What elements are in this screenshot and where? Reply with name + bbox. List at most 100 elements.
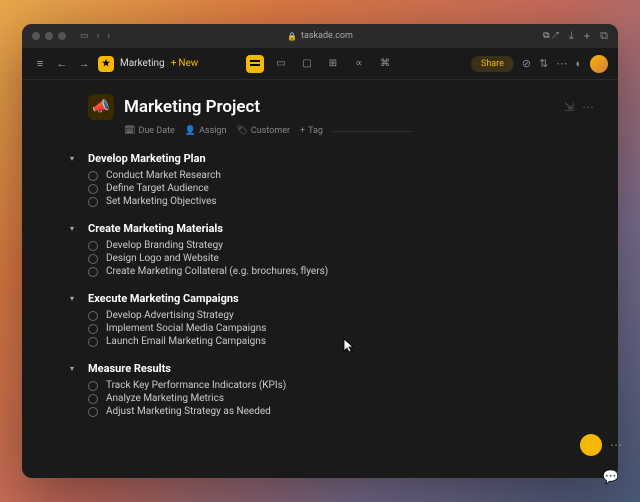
task-checkbox[interactable] — [88, 241, 98, 251]
task-text[interactable]: Track Key Performance Indicators (KPIs) — [106, 380, 286, 391]
task-text[interactable]: Develop Branding Strategy — [106, 240, 223, 251]
app-toolbar: ≡ ← → ★ Marketing + New ▭ ▢ ⊞ ∝ ⌘ Share … — [22, 48, 618, 80]
window-controls[interactable] — [32, 32, 66, 40]
add-tag-chip[interactable]: +Tag — [300, 126, 323, 136]
section-title[interactable]: Create Marketing Materials — [88, 222, 223, 235]
task-checkbox[interactable] — [88, 381, 98, 391]
view-list-icon[interactable] — [246, 55, 264, 73]
workspace-badge[interactable]: ★ — [98, 56, 114, 72]
maximize-dot[interactable] — [58, 32, 66, 40]
breadcrumb[interactable]: Marketing — [120, 58, 165, 69]
section-header[interactable]: ▾ Develop Marketing Plan — [70, 152, 594, 165]
add-tab-icon[interactable]: + — [584, 30, 590, 43]
task-item[interactable]: Analyze Marketing Metrics — [88, 392, 594, 405]
section-header[interactable]: ▾ Create Marketing Materials — [70, 222, 594, 235]
task-checkbox[interactable] — [88, 337, 98, 347]
section-header[interactable]: ▾ Execute Marketing Campaigns — [70, 292, 594, 305]
task-text[interactable]: Set Marketing Objectives — [106, 196, 217, 207]
back-icon[interactable]: ← — [54, 56, 70, 72]
url-text: taskade.com — [301, 31, 353, 41]
task-item[interactable]: Design Logo and Website — [88, 252, 594, 265]
lock-icon: 🔒 — [287, 32, 297, 41]
section-title[interactable]: Execute Marketing Campaigns — [88, 292, 239, 305]
customer-chip[interactable]: 🏷Customer — [236, 126, 290, 136]
task-checkbox[interactable] — [88, 184, 98, 194]
address-bar[interactable]: 🔒 taskade.com — [287, 31, 353, 41]
view-board-icon[interactable]: ▭ — [272, 55, 290, 73]
task-text[interactable]: Implement Social Media Campaigns — [106, 323, 266, 334]
plus-icon: + — [300, 126, 305, 136]
ai-fab[interactable] — [580, 434, 602, 456]
section: ▾Develop Marketing PlanConduct Market Re… — [88, 152, 594, 208]
task-item[interactable]: Adjust Marketing Strategy as Needed — [88, 405, 594, 418]
task-checkbox[interactable] — [88, 407, 98, 417]
task-text[interactable]: Develop Advertising Strategy — [106, 310, 234, 321]
download-icon[interactable]: ⤓ — [569, 29, 574, 43]
browser-chrome: ▭ ‹ › 🔒 taskade.com ⧉ ↗ ⤓ + ⧉ — [22, 24, 618, 48]
task-checkbox[interactable] — [88, 197, 98, 207]
view-action-icon[interactable]: ▢ — [298, 55, 316, 73]
task-item[interactable]: Launch Email Marketing Campaigns — [88, 335, 594, 348]
project-icon[interactable]: 📣 — [88, 94, 114, 120]
task-item[interactable]: Implement Social Media Campaigns — [88, 322, 594, 335]
task-text[interactable]: Conduct Market Research — [106, 170, 221, 181]
task-item[interactable]: Develop Advertising Strategy — [88, 309, 594, 322]
notifications-icon[interactable]: ◐ — [575, 57, 582, 70]
fab-more-icon[interactable]: ⋯ — [610, 438, 618, 452]
browser-nav: ▭ ‹ › — [80, 31, 110, 41]
task-checkbox[interactable] — [88, 254, 98, 264]
menu-icon[interactable]: ≡ — [32, 56, 48, 72]
task-text[interactable]: Launch Email Marketing Campaigns — [106, 336, 266, 347]
view-calendar-icon[interactable]: ⊞ — [324, 55, 342, 73]
nav-back-icon[interactable]: ‹ — [97, 31, 100, 41]
task-checkbox[interactable] — [88, 267, 98, 277]
check-circle-icon[interactable]: ⊘ — [522, 57, 531, 70]
chevron-down-icon[interactable]: ▾ — [70, 154, 80, 163]
new-button[interactable]: + New — [171, 58, 199, 69]
due-date-chip[interactable]: 🗓Due Date — [124, 126, 175, 136]
section-title[interactable]: Measure Results — [88, 362, 171, 375]
view-switcher: ▭ ▢ ⊞ ∝ ⌘ — [246, 55, 394, 73]
project-title[interactable]: Marketing Project — [124, 97, 260, 117]
task-item[interactable]: Develop Branding Strategy — [88, 239, 594, 252]
task-checkbox[interactable] — [88, 311, 98, 321]
close-dot[interactable] — [32, 32, 40, 40]
task-item[interactable]: Conduct Market Research — [88, 169, 594, 182]
task-text[interactable]: Create Marketing Collateral (e.g. brochu… — [106, 266, 328, 277]
chevron-down-icon[interactable]: ▾ — [70, 294, 80, 303]
forward-icon[interactable]: → — [76, 56, 92, 72]
project-meta: 🗓Due Date 👤Assign 🏷Customer +Tag — [124, 126, 594, 136]
minimize-dot[interactable] — [45, 32, 53, 40]
share-button[interactable]: Share — [471, 56, 514, 72]
section-header[interactable]: ▾ Measure Results — [70, 362, 594, 375]
plus-icon: + — [171, 58, 177, 69]
avatar[interactable] — [590, 55, 608, 73]
task-item[interactable]: Create Marketing Collateral (e.g. brochu… — [88, 265, 594, 278]
chevron-down-icon[interactable]: ▾ — [70, 364, 80, 373]
pin-icon[interactable]: ⇲ — [564, 100, 574, 114]
task-text[interactable]: Adjust Marketing Strategy as Needed — [106, 406, 271, 417]
fab-row: ⋯ — [580, 434, 618, 456]
assign-chip[interactable]: 👤Assign — [185, 126, 227, 136]
task-item[interactable]: Set Marketing Objectives — [88, 195, 594, 208]
task-checkbox[interactable] — [88, 171, 98, 181]
nav-forward-icon[interactable]: › — [107, 31, 110, 41]
view-org-icon[interactable]: ⌘ — [376, 55, 394, 73]
task-item[interactable]: Track Key Performance Indicators (KPIs) — [88, 379, 594, 392]
more-icon[interactable]: ⋯ — [556, 57, 567, 70]
sidebar-toggle-icon[interactable]: ▭ — [80, 31, 89, 41]
view-mindmap-icon[interactable]: ∝ — [350, 55, 368, 73]
chevron-down-icon[interactable]: ▾ — [70, 224, 80, 233]
task-text[interactable]: Define Target Audience — [106, 183, 209, 194]
section-title[interactable]: Develop Marketing Plan — [88, 152, 206, 165]
chat-fab[interactable]: 💬 — [600, 466, 618, 478]
project-more-icon[interactable]: ⋯ — [582, 100, 594, 114]
tabs-icon[interactable]: ⧉ — [600, 29, 608, 43]
share-indicator[interactable]: ⧉ ↗ — [543, 31, 559, 41]
task-text[interactable]: Analyze Marketing Metrics — [106, 393, 224, 404]
filter-icon[interactable]: ⇅ — [539, 57, 548, 70]
task-checkbox[interactable] — [88, 394, 98, 404]
task-checkbox[interactable] — [88, 324, 98, 334]
task-item[interactable]: Define Target Audience — [88, 182, 594, 195]
task-text[interactable]: Design Logo and Website — [106, 253, 219, 264]
